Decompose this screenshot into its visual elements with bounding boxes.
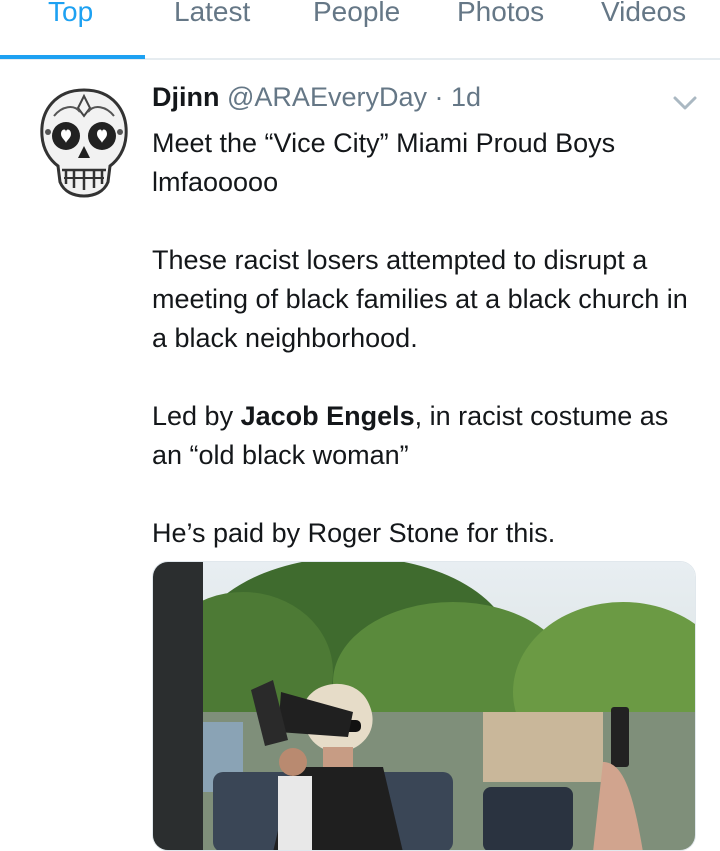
separator-dot: ·: [427, 82, 451, 112]
avatar[interactable]: [34, 86, 134, 198]
media-photo: [153, 562, 695, 850]
active-tab-indicator: [0, 55, 145, 59]
chevron-down-icon: [673, 96, 697, 110]
tweet-media-image[interactable]: [152, 561, 696, 851]
separator-text: ·: [434, 82, 444, 112]
tab-videos[interactable]: Videos: [601, 0, 686, 28]
tab-top[interactable]: Top: [48, 0, 93, 28]
user-handle[interactable]: @ARAEveryDay: [227, 82, 427, 112]
mention-jacob-engels: Jacob Engels: [240, 401, 415, 431]
tweet-line-2: lmfaooooo: [152, 167, 279, 197]
tweet-paragraph-4: He’s paid by Roger Stone for this.: [152, 518, 556, 548]
para3-prefix: Led by: [152, 401, 241, 431]
search-tabs: Top Latest People Photos Videos: [0, 0, 720, 60]
tab-photos[interactable]: Photos: [457, 0, 544, 28]
tab-latest[interactable]: Latest: [174, 0, 250, 28]
tweet-menu-button[interactable]: [670, 88, 700, 118]
tweet-text: Meet the “Vice City” Miami Proud Boys lm…: [152, 124, 697, 553]
timestamp[interactable]: 1d: [451, 82, 481, 112]
sugar-skull-icon: [40, 88, 128, 198]
tab-people[interactable]: People: [313, 0, 400, 28]
tweet-header: Djinn @ARAEveryDay · 1d: [152, 82, 481, 113]
tweet-paragraph-2: These racist losers attempted to disrupt…: [152, 245, 688, 353]
tweet-line-1: Meet the “Vice City” Miami Proud Boys: [152, 128, 616, 158]
tweet-paragraph-3: Led by Jacob Engels, in racist costume a…: [152, 397, 697, 475]
display-name[interactable]: Djinn: [152, 82, 220, 112]
